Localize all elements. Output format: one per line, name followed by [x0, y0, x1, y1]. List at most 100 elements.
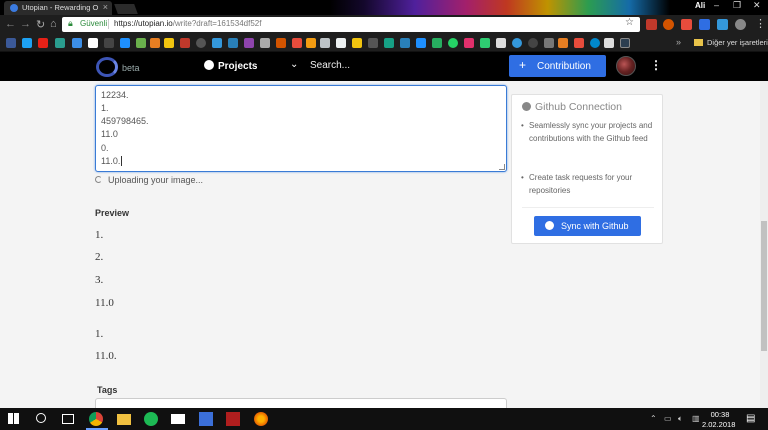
bookmark-icon-15[interactable] — [228, 38, 238, 48]
new-tab-button[interactable] — [114, 4, 138, 14]
home-icon[interactable]: ⌂ — [50, 18, 57, 30]
bookmark-icon-39[interactable] — [604, 38, 614, 48]
sync-with-github-button[interactable]: Sync with Github — [534, 216, 641, 236]
youtube-bookmark-icon[interactable] — [38, 38, 48, 48]
bookmark-icon-16[interactable] — [244, 38, 254, 48]
extension-blue-icon[interactable] — [717, 19, 728, 30]
bookmarks-bar: » Diğer yer işaretleri — [0, 34, 768, 52]
search-icon[interactable] — [36, 413, 46, 423]
whatsapp-bookmark-icon[interactable] — [448, 38, 458, 48]
bookmark-icon-14[interactable] — [212, 38, 222, 48]
telegram-bookmark-icon[interactable] — [590, 38, 600, 48]
scrollbar-thumb[interactable] — [761, 221, 767, 351]
bookmark-icon-37[interactable] — [574, 38, 584, 48]
github-icon — [545, 221, 554, 230]
maximize-icon[interactable]: ❐ — [733, 0, 741, 11]
page-scrollbar[interactable] — [760, 81, 768, 408]
bookmark-icon-40[interactable] — [620, 38, 630, 48]
contribution-button[interactable]: + Contribution — [509, 55, 606, 77]
bookmarks-overflow-chevron[interactable]: » — [676, 37, 681, 47]
bookmark-icon-36[interactable] — [558, 38, 568, 48]
chrome-taskbar-icon[interactable] — [89, 412, 103, 426]
address-bar[interactable]: 🔒︎ Güvenli https://utopian.io/write?draf… — [62, 17, 640, 32]
bookmark-icon-9[interactable] — [136, 38, 146, 48]
bookmark-icon-32[interactable] — [496, 38, 506, 48]
utopian-favicon-icon — [10, 4, 18, 12]
network-icon[interactable]: ▥ — [692, 414, 700, 423]
utopian-logo-icon[interactable] — [96, 57, 118, 77]
bookmark-icon-11[interactable] — [164, 38, 174, 48]
user-avatar[interactable] — [616, 56, 636, 76]
bookmark-icon-13[interactable] — [196, 38, 206, 48]
bookmark-star-icon[interactable]: ☆ — [625, 17, 634, 28]
post-body-textarea[interactable]: 12234. 1. 459798465. 11.0 0. 11.0. — [95, 85, 507, 172]
tab-close-icon[interactable]: × — [103, 2, 108, 12]
bookmark-icon-19[interactable] — [292, 38, 302, 48]
filezilla-icon[interactable] — [226, 412, 240, 426]
bookmark-icon-8[interactable] — [120, 38, 130, 48]
search-input[interactable]: Search... — [310, 60, 350, 71]
notifications-icon[interactable]: ▤ — [746, 413, 755, 424]
window-user-label[interactable]: Ali — [695, 1, 705, 10]
more-menu-icon[interactable]: ⋮ — [650, 58, 662, 72]
bullet-dot: • — [521, 121, 524, 130]
bookmark-icon-35[interactable] — [544, 38, 554, 48]
forward-arrow-icon[interactable]: → — [20, 18, 31, 30]
bookmark-icon-10[interactable] — [150, 38, 160, 48]
bookmark-icon-33[interactable] — [512, 38, 522, 48]
chevron-down-icon[interactable]: ⌄ — [290, 59, 298, 70]
translate-extension-icon[interactable] — [699, 19, 710, 30]
resize-handle-icon[interactable] — [499, 164, 505, 170]
bookmark-icon-24[interactable] — [368, 38, 378, 48]
windows-start-icon[interactable] — [8, 413, 19, 424]
chrome-menu-icon[interactable]: ⋮ — [755, 17, 766, 30]
mail-icon[interactable] — [171, 414, 185, 424]
bookmark-icon-20[interactable] — [306, 38, 316, 48]
bookmark-icon-25[interactable] — [384, 38, 394, 48]
bookmark-icon-23[interactable] — [352, 38, 362, 48]
other-bookmarks-folder[interactable]: Diğer yer işaretleri — [694, 38, 768, 47]
task-view-icon[interactable] — [62, 414, 74, 424]
bookmark-icon-17[interactable] — [260, 38, 270, 48]
tray-chevron-up-icon[interactable]: ⌃ — [650, 414, 657, 423]
tray-app-icon[interactable]: ▭ — [664, 414, 672, 423]
bookmark-icon-7[interactable] — [104, 38, 114, 48]
reload-icon[interactable]: ↻ — [36, 18, 45, 31]
github-feature-bullet: • Seamlessly sync your projects and cont… — [521, 119, 661, 145]
address-url[interactable]: https://utopian.io/write?draft=161534df5… — [114, 19, 261, 28]
extension-red-icon[interactable] — [681, 19, 692, 30]
bookmark-icon-31[interactable] — [480, 38, 490, 48]
bookmark-icon-22[interactable] — [336, 38, 346, 48]
firefox-icon[interactable] — [254, 412, 268, 426]
bookmark-icon-6[interactable] — [88, 38, 98, 48]
preview-line: 1. — [95, 229, 104, 241]
close-window-icon[interactable]: ✕ — [753, 0, 761, 11]
taskbar-time[interactable]: 00:38 — [705, 410, 735, 419]
taskbar-date[interactable]: 2.02.2018 — [702, 420, 735, 429]
bookmark-icon-21[interactable] — [320, 38, 330, 48]
nav-projects-link[interactable]: Projects — [204, 60, 257, 72]
minimize-icon[interactable]: – — [714, 0, 719, 10]
profile-icon[interactable] — [735, 19, 746, 30]
github-bookmark-icon[interactable] — [528, 38, 538, 48]
bookmark-icon-5[interactable] — [72, 38, 82, 48]
bookmark-icon-18[interactable] — [276, 38, 286, 48]
gmail-extension-icon[interactable] — [646, 19, 657, 30]
twitter-bookmark-icon[interactable] — [22, 38, 32, 48]
file-explorer-icon[interactable] — [117, 414, 131, 425]
bookmark-icon-27[interactable] — [416, 38, 426, 48]
bookmark-icon-4[interactable] — [55, 38, 65, 48]
network-app-icon[interactable] — [199, 412, 213, 426]
facebook-bookmark-icon[interactable] — [6, 38, 16, 48]
spotify-icon[interactable] — [144, 412, 158, 426]
opera-extension-icon[interactable] — [663, 19, 674, 30]
back-arrow-icon[interactable]: ← — [5, 18, 16, 30]
volume-icon[interactable]: 🔈︎ — [678, 414, 683, 424]
bookmark-icon-28[interactable] — [432, 38, 442, 48]
bookmark-icon-12[interactable] — [180, 38, 190, 48]
browser-tab-utopian[interactable]: Utopian - Rewarding Op × — [4, 1, 112, 15]
preview-heading: Preview — [95, 208, 130, 218]
browser-tab-title: Utopian - Rewarding Op — [22, 3, 98, 12]
instagram-bookmark-icon[interactable] — [464, 38, 474, 48]
bookmark-icon-26[interactable] — [400, 38, 410, 48]
